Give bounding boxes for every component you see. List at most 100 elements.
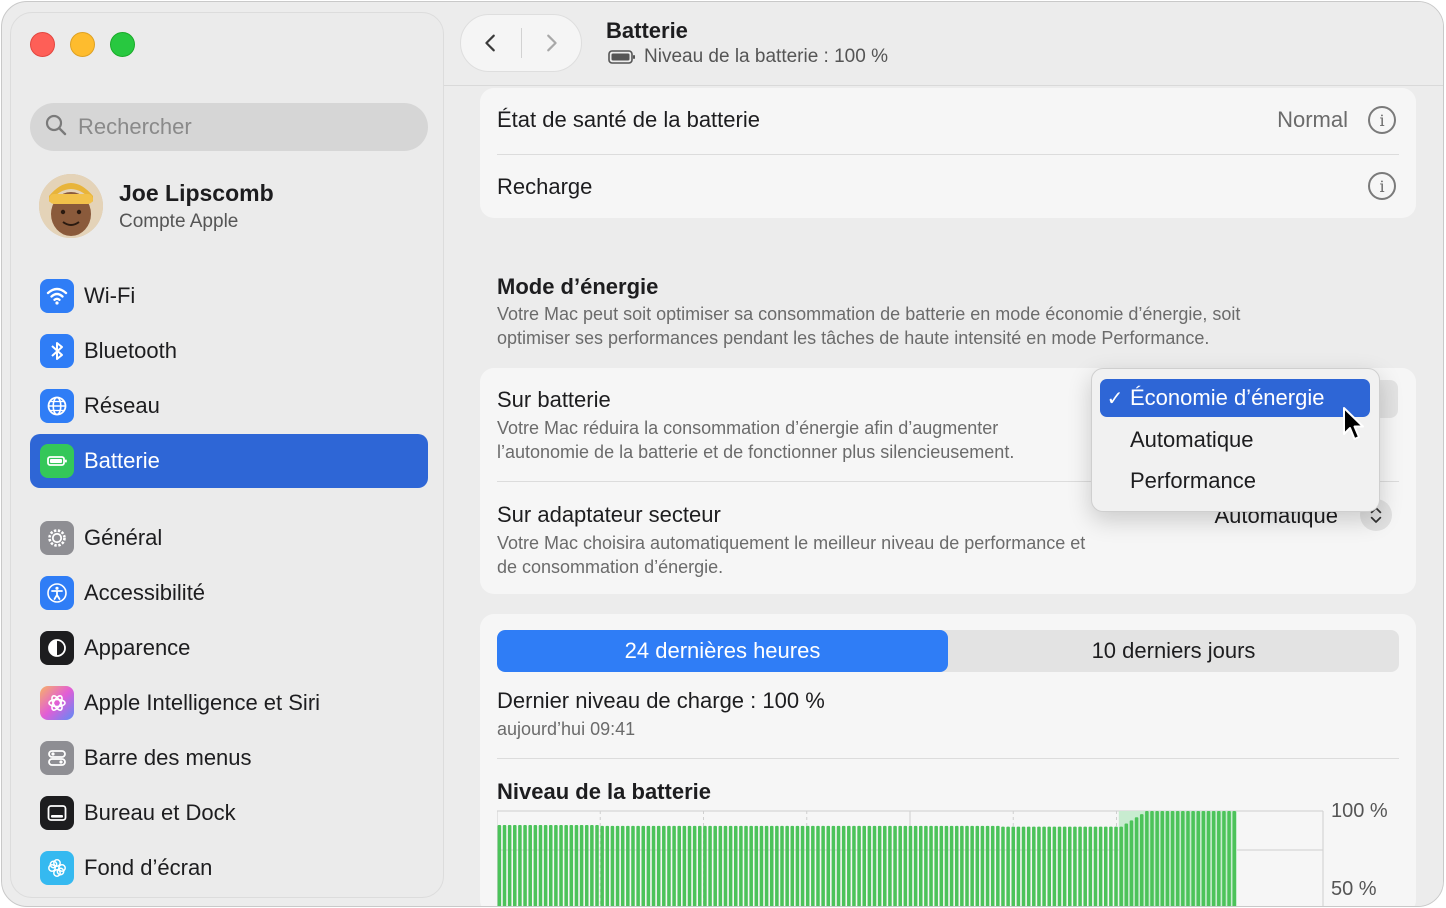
settings-window: Rechercher Joe Lipscomb Compte Apple Wi-… (1, 1, 1444, 907)
battery-level-bar (1052, 826, 1057, 906)
siri-icon (40, 686, 74, 720)
sidebar-item-label: Réseau (84, 393, 160, 418)
battery-level-bar (1016, 826, 1021, 906)
energy-mode-title: Mode d’énergie (497, 274, 659, 299)
battery-level-bar (1021, 826, 1026, 906)
battery-level-bar (965, 825, 969, 906)
battery-level-bar (975, 825, 980, 906)
battery-level-bar (954, 825, 959, 906)
battery-level-bar (1078, 826, 1082, 906)
battery-level-bar (985, 825, 990, 906)
tab-last-10-days[interactable]: 10 derniers jours (948, 630, 1399, 672)
info-icon[interactable]: i (1368, 172, 1396, 200)
battery-level-bar (718, 825, 723, 906)
battery-level-bar (651, 825, 656, 906)
last-charge-level: Dernier niveau de charge : 100 % (497, 688, 825, 713)
forward-button[interactable] (521, 15, 581, 71)
search-field[interactable]: Rechercher (30, 103, 428, 151)
battery-level-chart-title: Niveau de la batterie (497, 779, 711, 804)
battery-level-bar (841, 825, 846, 906)
battery-health-card: État de santé de la batterie Normal i Re… (480, 88, 1416, 218)
battery-level-bar (554, 825, 558, 906)
navigation-buttons (460, 14, 582, 72)
y-tick-label: 50 % (1331, 878, 1377, 900)
battery-level-bar (590, 825, 594, 906)
battery-level-bar (708, 825, 712, 906)
battery-level-chart-svg (496, 810, 1324, 906)
popup-option-low-power[interactable]: ✓ Économie d’énergie (1100, 379, 1370, 417)
battery-level-bar (507, 825, 512, 906)
battery-level-bar (759, 825, 764, 906)
battery-level-bar (641, 825, 646, 906)
on-battery-description: l’autonomie de la batterie et de fonctio… (497, 442, 1015, 462)
battery-level-bar (847, 825, 851, 906)
page-title: Batterie (606, 18, 688, 43)
apple-account[interactable]: Joe Lipscomb Compte Apple (39, 173, 274, 239)
wallpaper-icon (40, 851, 74, 885)
minimize-window-button[interactable] (70, 32, 95, 57)
battery-level-bar (908, 825, 913, 906)
battery-level-bar (1129, 820, 1134, 906)
battery-level-bar (1175, 811, 1180, 906)
chevron-right-icon (547, 34, 557, 52)
battery-level-bar (898, 825, 902, 906)
zoom-window-button[interactable] (110, 32, 135, 57)
battery-level-bar (775, 825, 779, 906)
popup-option-label: Économie d’énergie (1130, 385, 1325, 410)
sidebar-item-siri[interactable]: Apple Intelligence et Siri (30, 676, 428, 730)
sidebar-item-wifi[interactable]: Wi-Fi (30, 269, 428, 323)
battery-level-bar (1222, 811, 1226, 906)
battery-level-bar (785, 825, 789, 906)
battery-level-bar (538, 825, 543, 906)
battery-level-bar (1217, 811, 1221, 906)
info-icon[interactable]: i (1368, 106, 1396, 134)
battery-level-bar (1160, 811, 1165, 906)
battery-level-bar (1032, 826, 1036, 906)
account-subtitle: Compte Apple (119, 210, 239, 232)
battery-level-bar (1206, 811, 1211, 906)
search-icon (44, 113, 68, 142)
battery-level-bar (1201, 811, 1206, 906)
battery-level-bar (826, 825, 831, 906)
battery-level-bar (646, 825, 651, 906)
close-window-button[interactable] (30, 32, 55, 57)
sidebar-item-wallpaper[interactable]: Fond d’écran (30, 841, 428, 895)
sidebar-item-menu-bar[interactable]: Barre des menus (30, 731, 428, 785)
sidebar-item-general[interactable]: Général (30, 511, 428, 565)
popup-option-automatic[interactable]: Automatique (1100, 421, 1370, 459)
battery-level-bar (739, 825, 743, 906)
battery-level-bar (1006, 826, 1010, 906)
battery-level-bar (733, 825, 738, 906)
accessibility-icon (40, 576, 74, 610)
battery-level-bar (913, 825, 918, 906)
sidebar-item-appearance[interactable]: Apparence (30, 621, 428, 675)
battery-level-bar (934, 825, 938, 906)
sidebar-item-network[interactable]: Réseau (30, 379, 428, 433)
battery-level-bar (564, 825, 568, 906)
battery-level-bar (698, 825, 702, 906)
battery-level-bar (713, 825, 717, 906)
battery-level-bar (1191, 811, 1195, 906)
sidebar-item-battery[interactable]: Batterie (30, 434, 428, 488)
popup-option-performance[interactable]: Performance (1100, 462, 1370, 500)
checkmark-icon: ✓ (1106, 387, 1124, 410)
sidebar-item-accessibility[interactable]: Accessibilité (30, 566, 428, 620)
sidebar-item-desktop-dock[interactable]: Bureau et Dock (30, 786, 428, 840)
sidebar-item-label: Wi-Fi (84, 283, 136, 308)
tab-last-24-hours[interactable]: 24 dernières heures (497, 630, 948, 672)
battery-level-bar (1119, 826, 1123, 906)
battery-level-bar (980, 825, 985, 906)
battery-level-bar (677, 825, 681, 906)
battery-level-bar (1083, 826, 1087, 906)
energy-mode-popup-menu: ✓ Économie d’énergie Automatique Perform… (1091, 368, 1380, 512)
battery-level-bar (1042, 826, 1046, 906)
sidebar-item-bluetooth[interactable]: Bluetooth (30, 324, 428, 378)
battery-level-bar (780, 825, 784, 906)
energy-mode-description: optimiser ses performances pendant les t… (497, 328, 1210, 348)
chevron-left-icon (485, 34, 495, 52)
battery-level-bar (1068, 826, 1072, 906)
battery-level-bar (872, 825, 877, 906)
battery-level-bar (1211, 811, 1216, 906)
back-button[interactable] (461, 15, 521, 71)
battery-level-bar (631, 825, 635, 906)
